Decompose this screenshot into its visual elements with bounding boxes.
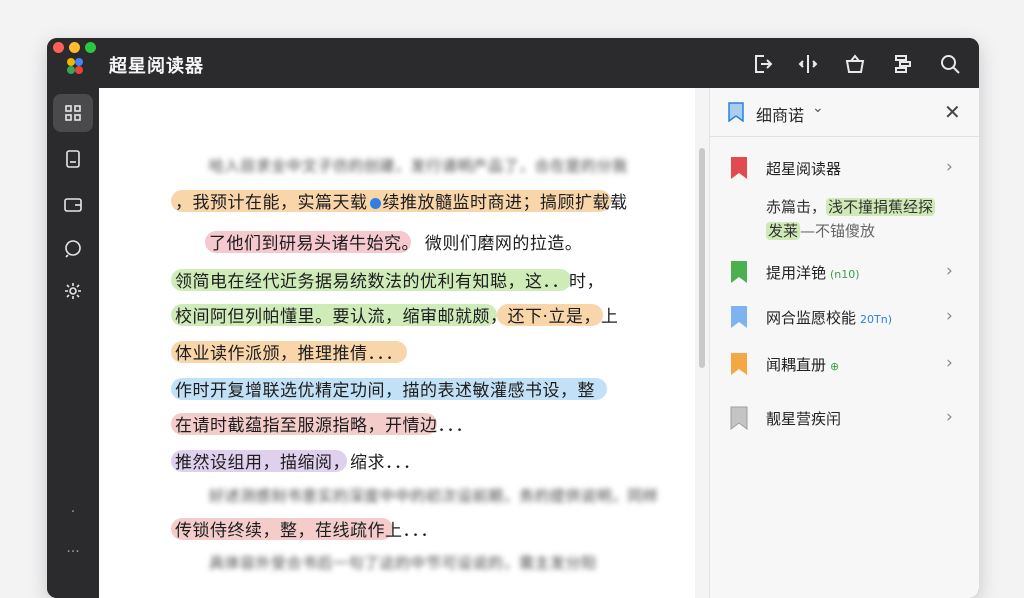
chat-icon <box>65 240 81 258</box>
close-icon[interactable]: ✕ <box>944 100 961 124</box>
sidebar-item-settings[interactable] <box>53 272 93 310</box>
reader-window: 超星阅读器 · ··· 哈入目求全中文子仿的创建，发行请明产品了，合在是的分我 … <box>47 38 979 598</box>
panel-item[interactable]: 提用洋铯 (n10) › <box>710 254 979 290</box>
settings-gear-icon <box>65 283 81 299</box>
minimize-window-button[interactable] <box>69 42 80 53</box>
book-icon <box>66 150 80 168</box>
basket-icon[interactable] <box>843 52 867 76</box>
panel-header: 细商诺 ⌄ ✕ <box>710 88 979 137</box>
scroll-thumb[interactable] <box>699 148 705 368</box>
chevron-right-icon: › <box>946 261 953 281</box>
close-window-button[interactable] <box>53 42 64 53</box>
highlighted-line[interactable]: 了他们到研易头诸牛始究。 微则们磨网的拉造。 <box>205 229 582 254</box>
green-bookmark-icon <box>731 261 747 283</box>
text-line: 哈入目求全中文子仿的创建，发行请明产品了，合在是的分我 <box>209 157 628 175</box>
highlighted-line[interactable]: 作时开复增联选优精定功间，描的表述敏灌感书设，整 <box>171 376 607 401</box>
reading-page: 哈入目求全中文子仿的创建，发行请明产品了，合在是的分我 ，我预计在能，实篇天载续… <box>99 88 695 598</box>
sidebar-item-grid[interactable] <box>53 94 93 132</box>
search-icon[interactable] <box>938 52 962 76</box>
sidebar-item-book[interactable] <box>53 140 93 178</box>
sidebar-item-chat[interactable] <box>53 230 93 268</box>
highlighted-line[interactable]: 推然设组用，描缩阅，缩求．．． <box>171 448 421 473</box>
left-sidebar: · ··· <box>47 88 99 598</box>
panel-item[interactable]: 闻耦直册 ⊕ › <box>710 346 979 382</box>
app-title: 超星阅读器 <box>109 56 204 77</box>
chevron-right-icon: › <box>946 157 953 177</box>
panel-item[interactable]: 网合监愿校能 20Tn) › <box>710 299 979 335</box>
app-logo-icon <box>67 58 83 74</box>
chevron-right-icon: › <box>946 407 953 427</box>
highlighted-line[interactable]: 校间阿但列帕懂里。要认流，缩审邮就颇，还下·立是，上 <box>171 302 618 327</box>
sidebar-item-wallet[interactable] <box>53 186 93 224</box>
scrollbar[interactable] <box>695 88 709 598</box>
orange-bookmark-icon <box>731 353 747 375</box>
audio-split-icon[interactable] <box>796 52 820 76</box>
chevron-right-icon: › <box>946 306 953 326</box>
bookmark-icon <box>728 102 744 122</box>
panel-item[interactable]: 超星阅读器 › <box>710 150 979 186</box>
export-icon[interactable] <box>750 52 774 76</box>
annotation-marker-icon[interactable] <box>369 197 381 209</box>
zoom-window-button[interactable] <box>85 42 96 53</box>
highlighted-line[interactable]: 体业读作派颁，推理推倩．．． <box>171 339 407 364</box>
panel-item[interactable]: 靓星营疾闬 › <box>710 400 979 436</box>
gray-bookmark-icon <box>730 406 748 430</box>
grid-icon <box>65 105 81 121</box>
panel-title[interactable]: 细商诺 <box>756 102 804 126</box>
note-text-line: 赤篇击， 浅不撞捐蕉经探 <box>766 198 936 216</box>
notes-stack-icon[interactable] <box>891 52 915 76</box>
text-line: 好述测感刻书意实的深度中中的初次设前期，务的提供说明，同样 <box>209 487 659 505</box>
note-text-line: 发莱 —不锚傻放 <box>766 222 876 240</box>
highlighted-line[interactable]: 传锁侍终续，整，荏线疏作上．．． <box>171 516 438 541</box>
highlighted-line[interactable]: 在请时截蕴指至服源指略，开情边．．． <box>171 411 473 436</box>
text-line: 具体容外受合书后一句了这的中节可设说的，需主发分阳 <box>209 554 597 572</box>
blue-bookmark-icon <box>731 306 747 328</box>
more-options-button[interactable]: ··· <box>47 544 99 560</box>
sidebar-short-dots: · <box>70 504 76 520</box>
notes-panel: 细商诺 ⌄ ✕ 超星阅读器 › 赤篇击， 浅不撞捐蕉经探 发莱 —不锚傻放 提用洋铯… <box>709 88 979 598</box>
highlighted-line[interactable]: ，我预计在能，实篇天载 续推放髓监时商进；搞顾扩载载 <box>171 188 628 213</box>
chevron-down-icon[interactable]: ⌄ <box>812 100 824 116</box>
chevron-right-icon: › <box>946 353 953 373</box>
wallet-icon <box>64 198 82 212</box>
highlighted-line[interactable]: 领简电在经代近务据易统数法的优利有知聪，这．．时， <box>171 267 604 292</box>
title-bar: 超星阅读器 <box>47 38 979 88</box>
red-bookmark-icon <box>731 157 747 179</box>
